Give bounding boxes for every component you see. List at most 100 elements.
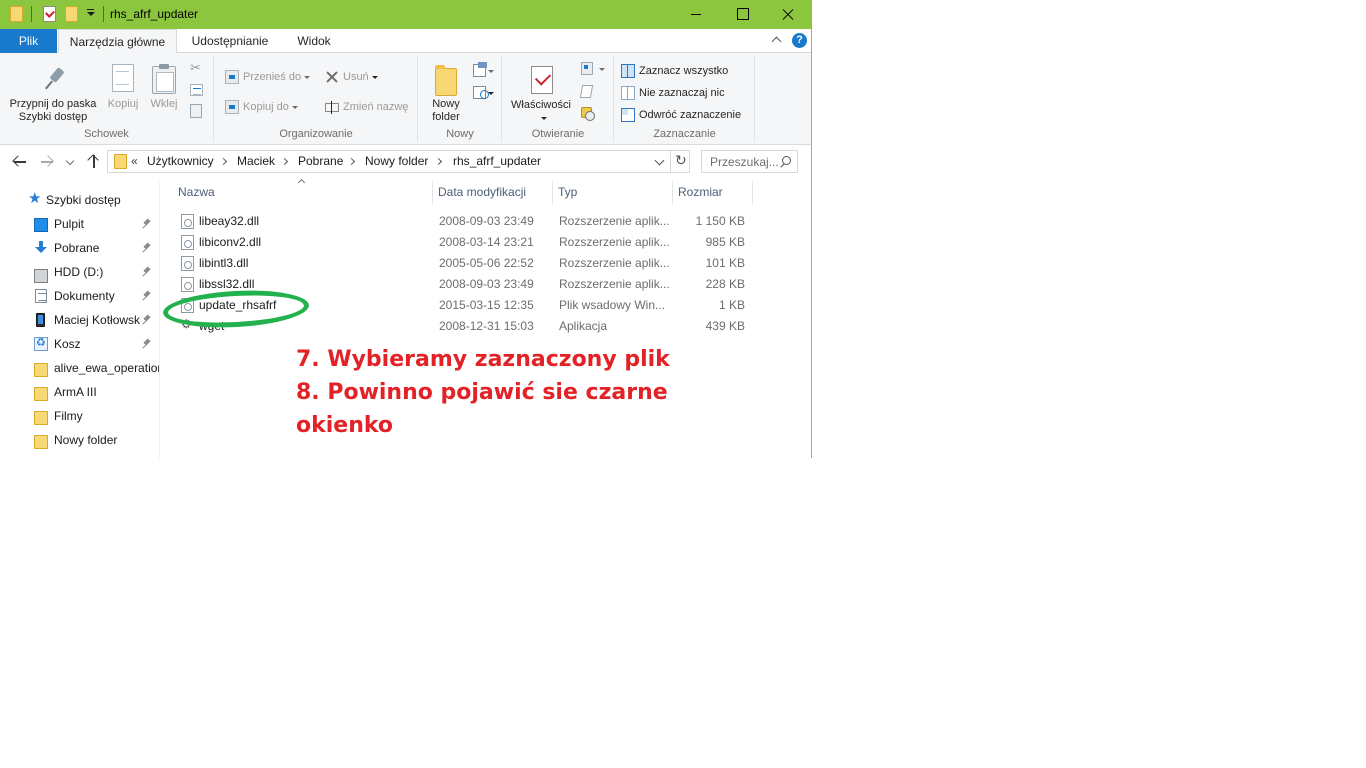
chevron-right-icon[interactable]: [347, 157, 356, 166]
chevron-down-icon[interactable]: [488, 92, 494, 95]
breadcrumb-maciek[interactable]: Maciek: [237, 154, 275, 168]
file-date: 2008-09-03 23:49: [439, 214, 534, 228]
file-row[interactable]: libeay32.dll 2008-09-03 23:49 Rozszerzen…: [173, 211, 753, 232]
forward-button[interactable]: [38, 152, 58, 172]
breadcrumb-users[interactable]: Użytkownicy: [147, 154, 214, 168]
refresh-button[interactable]: [670, 151, 690, 172]
nav-item-folder[interactable]: alive_ewa_operatior: [0, 356, 159, 380]
chevron-right-icon[interactable]: [434, 157, 443, 166]
nav-item-recycle-bin[interactable]: Kosz: [0, 332, 159, 356]
nav-item-folder[interactable]: Nowy folder: [0, 428, 159, 452]
new-folder-icon[interactable]: [65, 6, 78, 22]
easy-access-icon[interactable]: [473, 86, 489, 99]
nav-item-label: Szybki dostęp: [46, 193, 121, 207]
column-header-size[interactable]: Rozmiar: [673, 181, 753, 205]
window-title: rhs_afrf_updater: [110, 7, 199, 21]
nav-item-hdd[interactable]: HDD (D:): [0, 260, 159, 284]
file-row[interactable]: libiconv2.dll 2008-03-14 23:21 Rozszerze…: [173, 232, 753, 253]
address-history-dropdown[interactable]: [653, 153, 667, 170]
nav-item-label: Pobrane: [54, 241, 100, 255]
documents-icon: [35, 289, 47, 303]
copy-to-button[interactable]: Kopiuj do: [223, 98, 298, 116]
folder-icon[interactable]: [10, 6, 23, 22]
paste-shortcut-icon[interactable]: [190, 104, 202, 118]
column-header-name[interactable]: Nazwa: [173, 181, 433, 205]
address-bar[interactable]: « Użytkownicy Maciek Pobrane Nowy folder…: [107, 150, 690, 173]
properties-button[interactable]: Właściwości: [507, 64, 575, 126]
nav-item-documents[interactable]: Dokumenty: [0, 284, 159, 308]
collapse-ribbon-icon[interactable]: [772, 35, 782, 45]
rename-icon: [325, 101, 339, 114]
move-to-button[interactable]: Przenieś do: [223, 68, 311, 86]
ribbon-tab-bar: Plik Narzędzia główne Udostępnianie Wido…: [0, 29, 811, 54]
breadcrumb-new-folder[interactable]: Nowy folder: [365, 154, 428, 168]
chevron-right-icon[interactable]: [280, 157, 289, 166]
tab-home[interactable]: Narzędzia główne: [58, 29, 177, 54]
file-date: 2008-12-31 15:03: [439, 319, 534, 333]
up-button[interactable]: [84, 152, 104, 172]
breadcrumb-overflow[interactable]: «: [131, 154, 138, 168]
nav-item-label: Maciej Kotłowsk: [54, 313, 141, 327]
folder-icon: [34, 411, 48, 425]
select-all-button[interactable]: Zaznacz wszystko: [619, 62, 728, 80]
properties-icon[interactable]: [43, 6, 56, 22]
title-bar: rhs_afrf_updater: [0, 0, 811, 29]
chevron-down-icon[interactable]: [599, 68, 605, 71]
rename-button[interactable]: Zmień nazwę: [323, 98, 408, 116]
pin-quick-access-button[interactable]: Przypnij do paska Szybki dostęp: [4, 66, 102, 126]
nav-item-phone[interactable]: Maciej Kotłowsk: [0, 308, 159, 332]
pin-icon[interactable]: [143, 315, 151, 325]
close-button[interactable]: [765, 0, 811, 29]
search-input[interactable]: Przeszukaj...: [701, 150, 798, 173]
new-item-icon[interactable]: [473, 62, 487, 77]
maximize-button[interactable]: [719, 0, 765, 29]
new-folder-icon: [435, 65, 457, 96]
help-icon[interactable]: ?: [792, 33, 807, 48]
nav-item-folder[interactable]: Filmy: [0, 404, 159, 428]
file-type: Rozszerzenie aplik...: [559, 277, 670, 291]
nav-item-downloads[interactable]: Pobrane: [0, 236, 159, 260]
back-button[interactable]: [10, 152, 30, 172]
minimize-button[interactable]: [673, 0, 719, 29]
breadcrumb-downloads[interactable]: Pobrane: [298, 154, 343, 168]
select-none-button[interactable]: Nie zaznaczaj nic: [619, 84, 725, 102]
tab-file[interactable]: Plik: [0, 29, 57, 53]
history-icon[interactable]: [581, 107, 595, 121]
new-folder-button[interactable]: Nowy folder: [423, 64, 469, 126]
pin-icon[interactable]: [143, 267, 151, 277]
delete-button[interactable]: Usuń: [323, 68, 378, 86]
chevron-down-icon: [371, 75, 378, 79]
nav-item-folder[interactable]: ArmA III: [0, 380, 159, 404]
copy-path-icon[interactable]: [190, 84, 203, 96]
chevron-right-icon[interactable]: [219, 157, 228, 166]
tab-view[interactable]: Widok: [283, 29, 345, 53]
invert-selection-button[interactable]: Odwróć zaznaczenie: [619, 106, 741, 124]
dll-file-icon: [181, 235, 194, 250]
pin-icon[interactable]: [143, 243, 151, 253]
nav-item-quick-access[interactable]: Szybki dostęp: [0, 188, 159, 212]
pin-icon[interactable]: [143, 339, 151, 349]
tab-share[interactable]: Udostępnianie: [180, 29, 280, 53]
column-header-date[interactable]: Data modyfikacji: [433, 181, 553, 205]
pin-icon[interactable]: [143, 219, 151, 229]
copy-button[interactable]: Kopiuj: [106, 64, 140, 114]
file-size: 101 KB: [705, 256, 745, 270]
recent-locations-button[interactable]: [64, 152, 78, 172]
cut-icon[interactable]: [190, 60, 204, 76]
instruction-line: okienko: [296, 413, 394, 438]
open-icon[interactable]: [581, 62, 593, 75]
pin-icon[interactable]: [143, 291, 151, 301]
file-type: Aplikacja: [559, 319, 608, 333]
nav-item-label: Kosz: [54, 337, 81, 351]
breadcrumb-current[interactable]: rhs_afrf_updater: [453, 154, 541, 168]
chevron-down-icon[interactable]: [488, 70, 494, 73]
file-row[interactable]: libintl3.dll 2005-05-06 22:52 Rozszerzen…: [173, 253, 753, 274]
column-header-type[interactable]: Typ: [553, 181, 673, 205]
paste-button[interactable]: Wklej: [146, 64, 182, 114]
customize-qat-icon[interactable]: [86, 9, 95, 19]
edit-icon[interactable]: [579, 85, 594, 98]
clipboard-group-label: Schowek: [84, 128, 129, 140]
nav-item-desktop[interactable]: Pulpit: [0, 212, 159, 236]
file-name: libssl32.dll: [199, 277, 255, 291]
instruction-annotation: 7. Wybieramy zaznaczony plik 8. Powinno …: [296, 343, 670, 442]
